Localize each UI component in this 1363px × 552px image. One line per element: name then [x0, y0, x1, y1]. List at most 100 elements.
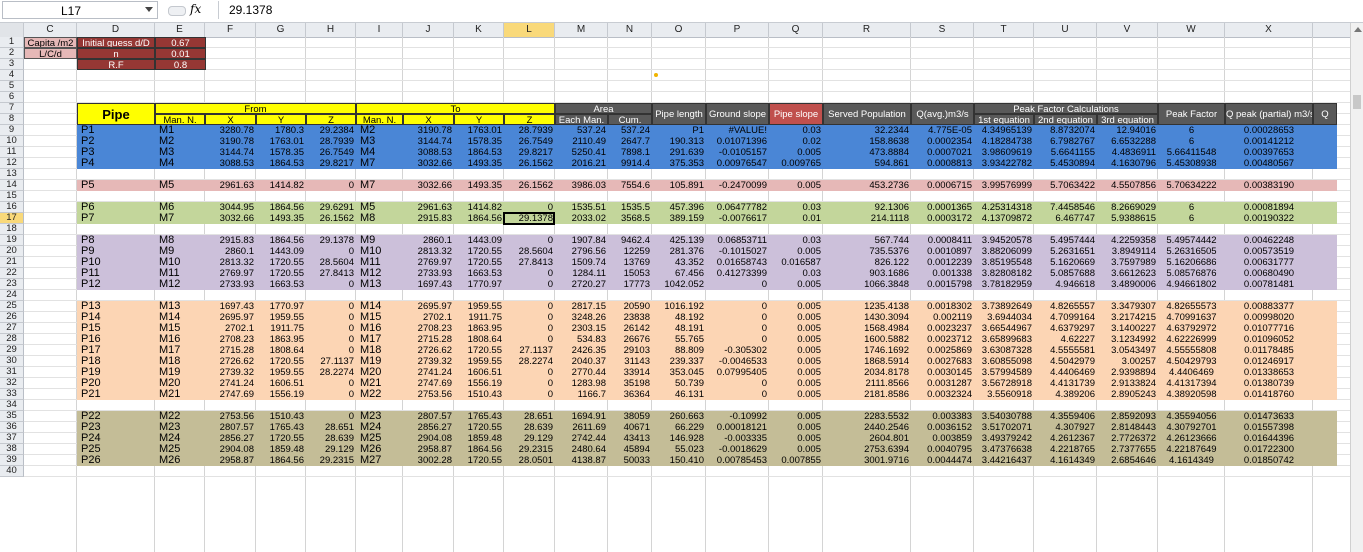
cell-u30[interactable]: 4.5042979 — [1034, 356, 1097, 367]
cell-x10[interactable]: 0.00141212 — [1225, 136, 1313, 147]
cell-s26[interactable]: 0.002119 — [911, 312, 974, 323]
cell-f32[interactable]: 2741.24 — [205, 378, 256, 389]
cell-k38[interactable]: 1864.56 — [454, 444, 504, 455]
column-header-m[interactable]: M — [555, 23, 608, 37]
cell-d35[interactable]: P22 — [79, 411, 157, 422]
cell-m14[interactable]: 3986.03 — [555, 180, 608, 191]
cell-i38[interactable]: M26 — [358, 444, 405, 455]
cell-h30[interactable]: 27.1137 — [306, 356, 356, 367]
column-header-r[interactable]: R — [823, 23, 911, 37]
cell-r9[interactable]: 32.2344 — [823, 125, 911, 136]
select-all-corner[interactable] — [0, 23, 24, 37]
name-box[interactable]: L17 — [2, 1, 158, 19]
cell-u32[interactable]: 4.4131739 — [1034, 378, 1097, 389]
cell-o14[interactable]: 105.891 — [652, 180, 706, 191]
cell-d22[interactable]: P11 — [79, 268, 157, 279]
param-value[interactable]: 0.8 — [155, 59, 206, 70]
cell-d14[interactable]: P5 — [79, 180, 157, 191]
cell-i10[interactable]: M3 — [358, 136, 405, 147]
cell-d30[interactable]: P18 — [79, 356, 157, 367]
cell-h32[interactable]: 0 — [306, 378, 356, 389]
cell-t23[interactable]: 3.78182959 — [974, 279, 1034, 290]
cell-u11[interactable]: 5.6641155 — [1034, 147, 1097, 158]
cell-v27[interactable]: 3.1400227 — [1097, 323, 1158, 334]
cell-n22[interactable]: 15053 — [608, 268, 652, 279]
cell-q26[interactable]: 0.005 — [769, 312, 823, 323]
cell-v14[interactable]: 4.5507856 — [1097, 180, 1158, 191]
cell-f10[interactable]: 3190.78 — [205, 136, 256, 147]
cell-h25[interactable]: 0 — [306, 301, 356, 312]
cell-l29[interactable]: 27.1137 — [504, 345, 555, 356]
cell-m31[interactable]: 2770.44 — [555, 367, 608, 378]
cell-o35[interactable]: 260.663 — [652, 411, 706, 422]
cell-x32[interactable]: 0.01380739 — [1225, 378, 1313, 389]
cell-i36[interactable]: M24 — [358, 422, 405, 433]
cell-s12[interactable]: 0.0008813 — [911, 158, 974, 169]
cell-f36[interactable]: 2807.57 — [205, 422, 256, 433]
cell-n26[interactable]: 23838 — [608, 312, 652, 323]
cell-h27[interactable]: 0 — [306, 323, 356, 334]
cell-s31[interactable]: 0.0030145 — [911, 367, 974, 378]
cell-g25[interactable]: 1770.97 — [256, 301, 306, 312]
cell-p33[interactable]: 0 — [706, 389, 769, 400]
cell-p28[interactable]: 0 — [706, 334, 769, 345]
cell-u29[interactable]: 4.5555581 — [1034, 345, 1097, 356]
cell-q27[interactable]: 0.005 — [769, 323, 823, 334]
cell-o25[interactable]: 1016.192 — [652, 301, 706, 312]
cell-o20[interactable]: 281.376 — [652, 246, 706, 257]
cell-f26[interactable]: 2695.97 — [205, 312, 256, 323]
cell-w28[interactable]: 4.62226999 — [1158, 334, 1225, 345]
cell-o31[interactable]: 353.045 — [652, 367, 706, 378]
cell-l10[interactable]: 26.7549 — [504, 136, 555, 147]
cell-m25[interactable]: 2817.15 — [555, 301, 608, 312]
cell-l35[interactable]: 28.651 — [504, 411, 555, 422]
cell-j39[interactable]: 3002.28 — [403, 455, 454, 466]
cell-l19[interactable]: 0 — [504, 235, 555, 246]
cell-q28[interactable]: 0.005 — [769, 334, 823, 345]
spreadsheet-grid[interactable]: Capita /m2 Initial guess d/D 0.67 L/C/d n 0.0… — [24, 37, 1350, 552]
cell-o33[interactable]: 46.131 — [652, 389, 706, 400]
cell-q9[interactable]: 0.03 — [769, 125, 823, 136]
cell-v35[interactable]: 2.8592093 — [1097, 411, 1158, 422]
column-header-o[interactable]: O — [652, 23, 706, 37]
cell-m9[interactable]: 537.24 — [555, 125, 608, 136]
cell-q33[interactable]: 0.005 — [769, 389, 823, 400]
cell-i14[interactable]: M7 — [358, 180, 405, 191]
cell-w36[interactable]: 4.30792701 — [1158, 422, 1225, 433]
cell-p19[interactable]: 0.06853711 — [706, 235, 769, 246]
cell-t37[interactable]: 3.49379242 — [974, 433, 1034, 444]
cell-p10[interactable]: 0.01071396 — [706, 136, 769, 147]
cell-p35[interactable]: -0.10992 — [706, 411, 769, 422]
cell-r29[interactable]: 1746.1692 — [823, 345, 911, 356]
column-header-v[interactable]: V — [1097, 23, 1158, 37]
cell-d31[interactable]: P19 — [79, 367, 157, 378]
expand-handle-icon[interactable] — [168, 6, 186, 16]
cell-r20[interactable]: 735.5376 — [823, 246, 911, 257]
cell-w39[interactable]: 4.1614349 — [1158, 455, 1225, 466]
cell-m29[interactable]: 2426.35 — [555, 345, 608, 356]
cell-o27[interactable]: 48.191 — [652, 323, 706, 334]
scroll-thumb[interactable] — [1353, 95, 1361, 109]
cell-n21[interactable]: 13769 — [608, 257, 652, 268]
column-header-i[interactable]: I — [356, 23, 403, 37]
cell-p31[interactable]: 0.07995405 — [706, 367, 769, 378]
cell-t22[interactable]: 3.82808182 — [974, 268, 1034, 279]
formula-input[interactable]: 29.1378 — [218, 1, 1358, 19]
cell-n38[interactable]: 45894 — [608, 444, 652, 455]
cell-i17[interactable]: M8 — [358, 213, 405, 224]
cell-t39[interactable]: 3.44216437 — [974, 455, 1034, 466]
cell-h17[interactable]: 26.1562 — [306, 213, 356, 224]
cell-l12[interactable]: 26.1562 — [504, 158, 555, 169]
cell-q14[interactable]: 0.005 — [769, 180, 823, 191]
cell-u26[interactable]: 4.7099164 — [1034, 312, 1097, 323]
cell-l33[interactable]: 0 — [504, 389, 555, 400]
cell-d16[interactable]: P6 — [79, 202, 157, 213]
cell-n20[interactable]: 12259 — [608, 246, 652, 257]
cell-n37[interactable]: 43413 — [608, 433, 652, 444]
cell-t20[interactable]: 3.88206099 — [974, 246, 1034, 257]
cell-g21[interactable]: 1720.55 — [256, 257, 306, 268]
cell-t27[interactable]: 3.66544967 — [974, 323, 1034, 334]
cell-w32[interactable]: 4.41317394 — [1158, 378, 1225, 389]
cell-h28[interactable]: 0 — [306, 334, 356, 345]
cell-s29[interactable]: 0.0025869 — [911, 345, 974, 356]
